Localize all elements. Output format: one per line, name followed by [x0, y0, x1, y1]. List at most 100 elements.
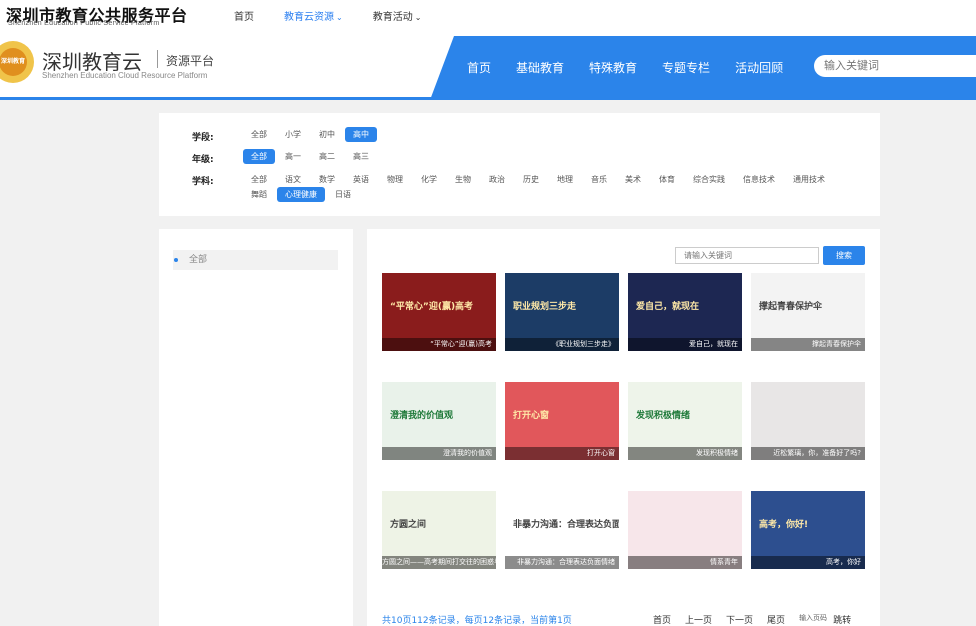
resource-card-caption: 撑起青春保护伞 [751, 338, 865, 351]
filter-stage-option[interactable]: 全部 [243, 127, 275, 142]
resource-card-caption: 非暴力沟通：合理表达负面情绪 [505, 556, 619, 569]
pager: 首页 上一页 下一页 尾页 输入页码 跳转 [653, 613, 865, 626]
filter-subject-options-row2: 舞蹈 心理健康 日语 [243, 187, 361, 202]
site-subtitle: Shenzhen Education Public Service Platfo… [8, 20, 160, 27]
pager-jump-button[interactable]: 跳转 [833, 613, 851, 626]
filter-subject-option-selected[interactable]: 心理健康 [277, 187, 325, 202]
filter-subject-option[interactable]: 历史 [515, 172, 547, 187]
filter-stage-options: 全部 小学 初中 高中 [243, 127, 379, 142]
filter-grade-option[interactable]: 高二 [311, 149, 343, 164]
resource-card-thumbnail-text: 澄清我的价值观 [390, 411, 454, 421]
resource-card-thumbnail-text: “平常心”迎(赢)高考 [390, 302, 474, 312]
chevron-down-icon: ⌄ [414, 13, 422, 22]
filter-subject-option[interactable]: 语文 [277, 172, 309, 187]
resource-card-caption: 近松繁璃，你，准备好了吗? [751, 447, 865, 460]
main-nav: 首页 基础教育 特殊教育 专题专栏 活动回顾 [467, 59, 808, 76]
pager-last-button[interactable]: 尾页 [767, 613, 785, 626]
resource-card[interactable]: 发现积极情绪 发现积极情绪 [628, 382, 742, 460]
logo-tag: 资源平台 [166, 54, 215, 68]
resource-card-caption: 打开心窗 [505, 447, 619, 460]
filter-subject-option[interactable]: 体育 [651, 172, 683, 187]
top-nav-activities[interactable]: 教育活动 ⌄ [373, 8, 422, 23]
chevron-down-icon: ⌄ [336, 13, 343, 22]
resource-card[interactable]: 爱自己，就现在 爱自己，就现在 [628, 273, 742, 351]
resource-card-thumbnail-text: 高考，你好! [759, 520, 809, 530]
pager-info: 共10页112条记录，每页12条记录，当前第1页 [382, 616, 572, 626]
filter-subject-option[interactable]: 综合实践 [685, 172, 733, 187]
logo-english: Shenzhen Education Cloud Resource Platfo… [42, 71, 208, 80]
filter-subject-option[interactable]: 化学 [413, 172, 445, 187]
resource-card[interactable]: 职业规划三步走《职业规划三步走》 [505, 273, 619, 351]
resource-card-caption: 《职业规划三步走》 [505, 338, 619, 351]
pager-prev-button[interactable]: 上一页 [685, 613, 712, 626]
resource-card-caption: 方圆之间——高考期间打交往的困惑与困扰 [382, 556, 496, 569]
filter-subject-option[interactable]: 日语 [327, 187, 359, 202]
filter-stage-option-selected[interactable]: 高中 [345, 127, 377, 142]
filter-subject-option[interactable]: 地理 [549, 172, 581, 187]
top-nav: 首页 教育云资源 ⌄ 教育活动 ⌄ [234, 8, 451, 23]
resource-card[interactable]: 近松繁璃，你，准备好了吗? [751, 382, 865, 460]
filter-stage-label: 学段: [192, 133, 214, 143]
resource-card[interactable]: 情系青年 [628, 491, 742, 569]
main-nav-basic-education[interactable]: 基础教育 [516, 59, 564, 76]
main-nav-home[interactable]: 首页 [467, 59, 491, 76]
filter-subject-option[interactable]: 音乐 [583, 172, 615, 187]
resource-card-caption: 情系青年 [628, 556, 742, 569]
filter-subject-option[interactable]: 通用技术 [785, 172, 833, 187]
top-nav-home[interactable]: 首页 [234, 8, 254, 23]
resource-card-thumbnail-text: 方圆之间 [390, 520, 427, 530]
filter-subject-option[interactable]: 政治 [481, 172, 513, 187]
top-nav-activities-label: 教育活动 [372, 12, 413, 23]
filter-grade-label: 年级: [192, 155, 214, 165]
filter-grade-option-selected[interactable]: 全部 [243, 149, 275, 164]
filter-subject-option[interactable]: 数学 [311, 172, 343, 187]
resource-content: 搜索 “平常心”迎(赢)高考“平常心”迎(赢)高考职业规划三步走《职业规划三步走… [367, 229, 880, 626]
top-nav-cloud-resource[interactable]: 教育云资源 ⌄ [284, 8, 343, 23]
filter-panel: 学段: 全部 小学 初中 高中 年级: 全部 高一 高二 高三 学科: 全部 语文… [159, 113, 880, 216]
pager-page-input[interactable]: 输入页码 [799, 613, 827, 626]
top-search-input[interactable] [814, 55, 976, 77]
resource-card-caption: 爱自己，就现在 [628, 338, 742, 351]
pager-first-button[interactable]: 首页 [653, 613, 671, 626]
resource-card[interactable]: 撑起青春保护伞 撑起青春保护伞 [751, 273, 865, 351]
resource-card-thumbnail-text: 职业规划三步走 [513, 302, 577, 312]
resource-card-thumbnail-text: 发现积极情绪 [636, 411, 691, 421]
resource-card-thumbnail-text: 撑起青春保护伞 [759, 302, 823, 312]
filter-subject-option[interactable]: 全部 [243, 172, 275, 187]
top-bar: 深圳市教育公共服务平台 Shenzhen Education Public Se… [0, 0, 976, 36]
filter-subject-option[interactable]: 物理 [379, 172, 411, 187]
filter-grade-option[interactable]: 高一 [277, 149, 309, 164]
filter-stage-option[interactable]: 小学 [277, 127, 309, 142]
filter-grade-options: 全部 高一 高二 高三 [243, 149, 379, 164]
resource-card[interactable]: 澄清我的价值观 澄清我的价值观 [382, 382, 496, 460]
logo-badge-text: 深圳教育 [0, 48, 27, 76]
main-nav-special-education[interactable]: 特殊教育 [589, 59, 637, 76]
filter-subject-option[interactable]: 美术 [617, 172, 649, 187]
resource-card[interactable]: 非暴力沟通：合理表达负面情绪非暴力沟通：合理表达负面情绪 [505, 491, 619, 569]
filter-subject-option[interactable]: 信息技术 [735, 172, 783, 187]
sidebar-item-all[interactable]: 全部 [173, 250, 338, 270]
pager-next-button[interactable]: 下一页 [726, 613, 753, 626]
sidebar-item-label: 全部 [189, 255, 208, 265]
resource-card-caption: 发现积极情绪 [628, 447, 742, 460]
resource-card[interactable]: 打开心窗 打开心窗 [505, 382, 619, 460]
main-nav-topics[interactable]: 专题专栏 [662, 59, 710, 76]
main-nav-activity-review[interactable]: 活动回顾 [735, 59, 783, 76]
logo-separator [157, 50, 158, 68]
filter-subject-option[interactable]: 生物 [447, 172, 479, 187]
resource-card[interactable]: 高考，你好! 高考，你好 [751, 491, 865, 569]
filter-subject-option[interactable]: 英语 [345, 172, 377, 187]
banner-divider [0, 97, 976, 100]
resource-card[interactable]: “平常心”迎(赢)高考 “平常心”迎(赢)高考 [382, 273, 496, 351]
resource-search-button[interactable]: 搜索 [823, 246, 865, 265]
bullet-icon [174, 258, 178, 262]
filter-subject-options-row1: 全部 语文 数学 英语 物理 化学 生物 政治 历史 地理 音乐 美术 体育 综合实践 信息技术 通用技术 [243, 172, 835, 187]
top-nav-cloud-resource-label: 教育云资源 [284, 12, 334, 23]
filter-grade-option[interactable]: 高三 [345, 149, 377, 164]
filter-subject-option[interactable]: 舞蹈 [243, 187, 275, 202]
resource-card[interactable]: 方圆之间方圆之间——高考期间打交往的困惑与困扰 [382, 491, 496, 569]
top-nav-home-label: 首页 [234, 12, 254, 23]
resource-search-input[interactable] [675, 247, 819, 264]
resource-card-thumbnail-text: 非暴力沟通：合理表达负面情绪 [513, 520, 619, 530]
filter-stage-option[interactable]: 初中 [311, 127, 343, 142]
